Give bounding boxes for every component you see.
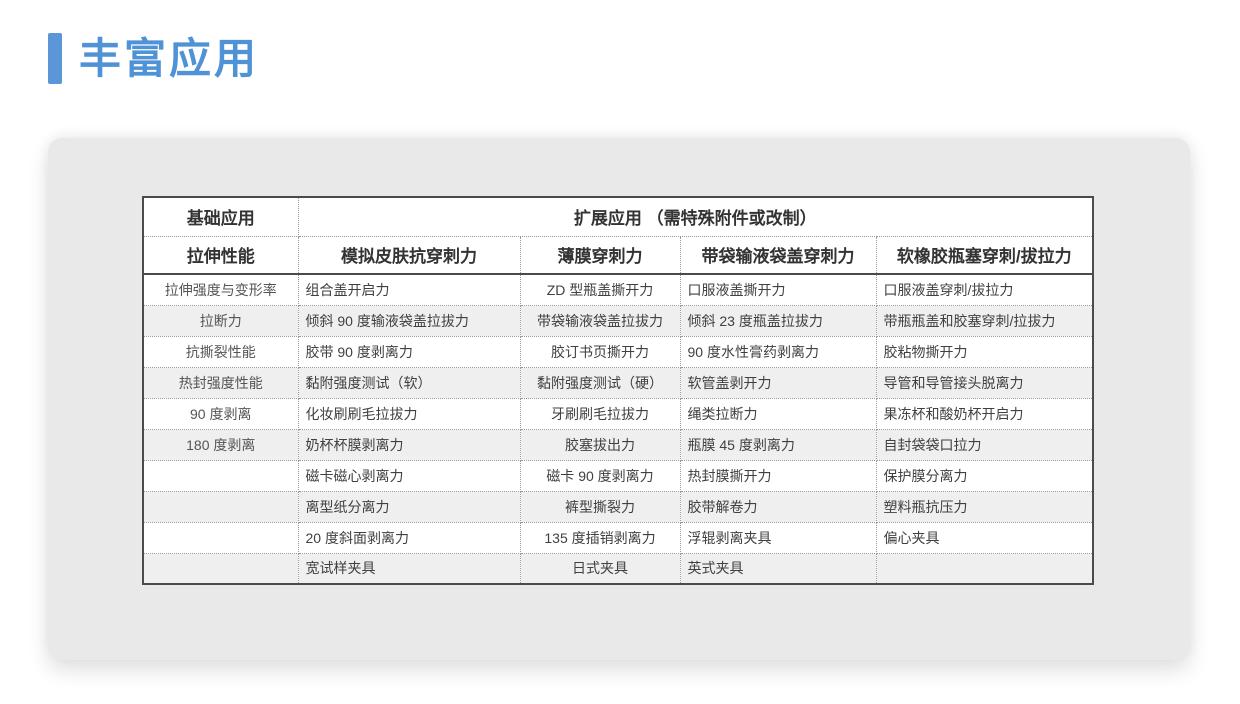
column-header: 带袋输液袋盖穿刺力 [680, 236, 876, 274]
table-cell: 磁卡 90 度剥离力 [520, 460, 680, 491]
table-cell: 组合盖开启力 [298, 274, 520, 305]
table-cell: 拉断力 [143, 305, 298, 336]
table-cell: 塑料瓶抗压力 [876, 491, 1093, 522]
table-cell: 导管和导管接头脱离力 [876, 367, 1093, 398]
table-cell: 90 度水性膏药剥离力 [680, 336, 876, 367]
table-cell: 英式夹具 [680, 553, 876, 584]
table-cell: 胶订书页撕开力 [520, 336, 680, 367]
basic-applications-header: 基础应用 [143, 197, 298, 236]
table-cell: 瓶膜 45 度剥离力 [680, 429, 876, 460]
table-cell: 胶带解卷力 [680, 491, 876, 522]
title-accent-bar [48, 33, 62, 84]
table-cell: 胶带 90 度剥离力 [298, 336, 520, 367]
table-cell [143, 460, 298, 491]
table-cell: 浮辊剥离夹具 [680, 522, 876, 553]
column-header: 模拟皮肤抗穿刺力 [298, 236, 520, 274]
table-cell: 135 度插销剥离力 [520, 522, 680, 553]
column-header: 软橡胶瓶塞穿刺/拔拉力 [876, 236, 1093, 274]
table-cell: 热封强度性能 [143, 367, 298, 398]
table-cell [876, 553, 1093, 584]
applications-table: 基础应用 扩展应用 （需特殊附件或改制） 拉伸性能 模拟皮肤抗穿刺力 薄膜穿刺力… [142, 196, 1094, 585]
table-cell: 自封袋袋口拉力 [876, 429, 1093, 460]
table-column-header-row: 拉伸性能 模拟皮肤抗穿刺力 薄膜穿刺力 带袋输液袋盖穿刺力 软橡胶瓶塞穿刺/拔拉… [143, 236, 1093, 274]
column-header: 拉伸性能 [143, 236, 298, 274]
table-cell: 黏附强度测试（硬） [520, 367, 680, 398]
table-cell: 口服液盖穿刺/拔拉力 [876, 274, 1093, 305]
table-cell: 90 度剥离 [143, 398, 298, 429]
table-cell [143, 553, 298, 584]
page-title: 丰富应用 [79, 38, 259, 80]
table-row: 热封强度性能 黏附强度测试（软） 黏附强度测试（硬） 软管盖剥开力 导管和导管接… [143, 367, 1093, 398]
table-cell: 果冻杯和酸奶杯开启力 [876, 398, 1093, 429]
table-cell: 拉伸强度与变形率 [143, 274, 298, 305]
table-cell: 裤型撕裂力 [520, 491, 680, 522]
table-cell: ZD 型瓶盖撕开力 [520, 274, 680, 305]
table-cell: 磁卡磁心剥离力 [298, 460, 520, 491]
table-row: 90 度剥离 化妆刷刷毛拉拔力 牙刷刷毛拉拔力 绳类拉断力 果冻杯和酸奶杯开启力 [143, 398, 1093, 429]
table-cell: 黏附强度测试（软） [298, 367, 520, 398]
table-cell: 180 度剥离 [143, 429, 298, 460]
extended-applications-header: 扩展应用 （需特殊附件或改制） [298, 197, 1093, 236]
table-cell: 带瓶瓶盖和胶塞穿刺/拉拔力 [876, 305, 1093, 336]
table-cell: 离型纸分离力 [298, 491, 520, 522]
table-cell: 热封膜撕开力 [680, 460, 876, 491]
table-cell: 倾斜 23 度瓶盖拉拔力 [680, 305, 876, 336]
table-cell: 绳类拉断力 [680, 398, 876, 429]
table-cell: 牙刷刷毛拉拔力 [520, 398, 680, 429]
table-group-header-row: 基础应用 扩展应用 （需特殊附件或改制） [143, 197, 1093, 236]
table-row: 180 度剥离 奶杯杯膜剥离力 胶塞拔出力 瓶膜 45 度剥离力 自封袋袋口拉力 [143, 429, 1093, 460]
table-cell: 日式夹具 [520, 553, 680, 584]
table-cell: 软管盖剥开力 [680, 367, 876, 398]
table-cell: 抗撕裂性能 [143, 336, 298, 367]
table-cell: 化妆刷刷毛拉拔力 [298, 398, 520, 429]
table-row: 20 度斜面剥离力 135 度插销剥离力 浮辊剥离夹具 偏心夹具 [143, 522, 1093, 553]
table-cell: 偏心夹具 [876, 522, 1093, 553]
table-row: 抗撕裂性能 胶带 90 度剥离力 胶订书页撕开力 90 度水性膏药剥离力 胶粘物… [143, 336, 1093, 367]
table-row: 拉断力 倾斜 90 度输液袋盖拉拔力 带袋输液袋盖拉拔力 倾斜 23 度瓶盖拉拔… [143, 305, 1093, 336]
table-cell: 带袋输液袋盖拉拔力 [520, 305, 680, 336]
table-cell: 奶杯杯膜剥离力 [298, 429, 520, 460]
content-panel: 基础应用 扩展应用 （需特殊附件或改制） 拉伸性能 模拟皮肤抗穿刺力 薄膜穿刺力… [48, 138, 1190, 660]
table-cell: 胶塞拔出力 [520, 429, 680, 460]
table-cell: 倾斜 90 度输液袋盖拉拔力 [298, 305, 520, 336]
table-cell [143, 491, 298, 522]
table-cell [143, 522, 298, 553]
table-row: 宽试样夹具 日式夹具 英式夹具 [143, 553, 1093, 584]
table-row: 拉伸强度与变形率 组合盖开启力 ZD 型瓶盖撕开力 口服液盖撕开力 口服液盖穿刺… [143, 274, 1093, 305]
table-cell: 口服液盖撕开力 [680, 274, 876, 305]
table-cell: 20 度斜面剥离力 [298, 522, 520, 553]
column-header: 薄膜穿刺力 [520, 236, 680, 274]
page-header: 丰富应用 [48, 33, 259, 84]
table-cell: 胶粘物撕开力 [876, 336, 1093, 367]
table-cell: 保护膜分离力 [876, 460, 1093, 491]
table-cell: 宽试样夹具 [298, 553, 520, 584]
table-row: 离型纸分离力 裤型撕裂力 胶带解卷力 塑料瓶抗压力 [143, 491, 1093, 522]
table-row: 磁卡磁心剥离力 磁卡 90 度剥离力 热封膜撕开力 保护膜分离力 [143, 460, 1093, 491]
